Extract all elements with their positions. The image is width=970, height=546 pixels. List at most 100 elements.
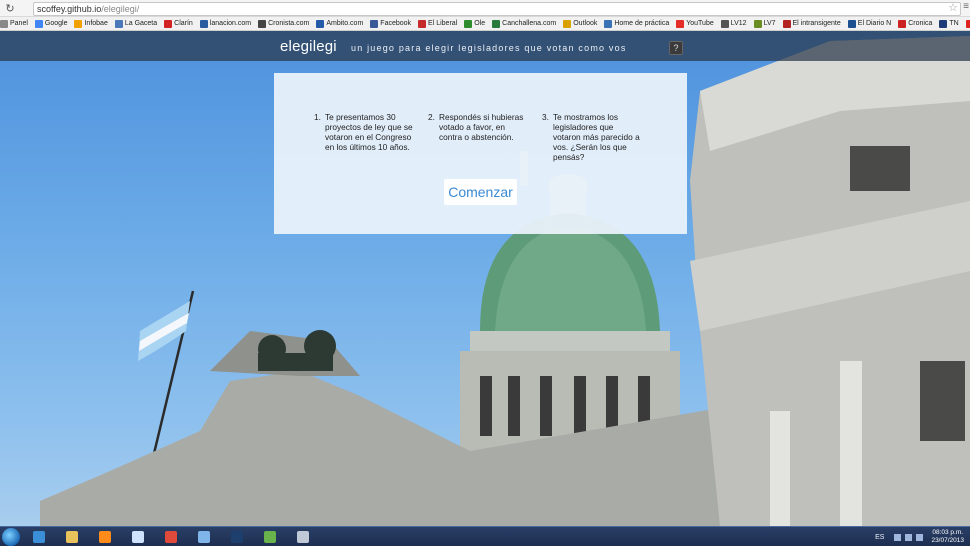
bookmark-label: Canchallena.com [502, 20, 557, 27]
bookmark-item[interactable]: Cronica [898, 19, 933, 28]
taskbar-internet-explorer-button[interactable] [24, 528, 54, 546]
step-1: 1. Te presentamos 30 proyectos de ley qu… [314, 112, 428, 162]
bookmark-item[interactable]: Canchallena.com [492, 19, 557, 28]
bookmark-favicon-icon [114, 19, 123, 28]
bookmark-item[interactable]: Google [34, 19, 68, 28]
flag-icon[interactable] [894, 533, 902, 541]
bookmark-item[interactable]: El Liberal [418, 19, 458, 28]
taskbar-media-player-button[interactable] [90, 528, 120, 546]
bookmark-favicon-icon [464, 19, 473, 28]
intro-panel: 1. Te presentamos 30 proyectos de ley qu… [274, 73, 687, 234]
clock-date: 23/07/2013 [931, 537, 964, 544]
windows-taskbar: ES 08:03 p.m. 23/07/2013 [0, 526, 970, 546]
bookmark-item[interactable]: Outlook [563, 19, 597, 28]
step-text: Te presentamos 30 proyectos de ley que s… [325, 112, 413, 152]
bookmark-favicon-icon [418, 19, 427, 28]
network-icon[interactable] [905, 533, 913, 541]
start-button[interactable]: Comenzar [444, 179, 517, 205]
bookmark-item[interactable]: Panel [0, 19, 28, 28]
bookmark-label: TN [949, 20, 959, 27]
bookmark-favicon-icon [965, 19, 970, 28]
step-number: 2. [428, 112, 435, 122]
taskbar-chrome-button[interactable] [156, 528, 186, 546]
bookmark-item[interactable]: Home de práctica [604, 19, 670, 28]
bookmarks-bar: Panel Google Infobae La Gaceta Clarín lanacio… [0, 17, 970, 31]
bookmark-item[interactable]: 26NOTICIAS [965, 19, 970, 28]
bookmark-label: Clarín [174, 20, 193, 27]
bookmark-item[interactable]: Ambito.com [316, 19, 363, 28]
system-tray: ES 08:03 p.m. 23/07/2013 [875, 529, 964, 545]
clock-time: 08:03 p.m. [932, 529, 964, 536]
bookmark-favicon-icon [847, 19, 856, 28]
address-bar[interactable]: scoffey.github.io/elegilegi/ [33, 2, 961, 16]
bookmark-favicon-icon [939, 19, 948, 28]
bookmark-favicon-icon [720, 19, 729, 28]
bookmark-favicon-icon [753, 19, 762, 28]
bookmark-favicon-icon [316, 19, 325, 28]
clock[interactable]: 08:03 p.m. 23/07/2013 [931, 529, 964, 545]
photoshop-icon [231, 531, 243, 543]
step-2: 2. Respondés si hubieras votado a favor,… [428, 112, 542, 162]
media-player-icon [99, 531, 111, 543]
bookmark-item[interactable]: lanacion.com [199, 19, 252, 28]
bookmark-label: El Liberal [428, 20, 458, 27]
bookmark-item[interactable]: YouTube [676, 19, 714, 28]
bookmark-favicon-icon [492, 19, 501, 28]
bookmark-label: LV12 [730, 20, 747, 27]
site-logo[interactable]: elegilegi [280, 38, 337, 55]
start-button-icon[interactable] [2, 528, 20, 546]
step-number: 3. [542, 112, 549, 122]
taskbar-photoshop-button[interactable] [222, 528, 252, 546]
bookmark-label: lanacion.com [209, 20, 252, 27]
bookmark-item[interactable]: Ole [464, 19, 485, 28]
volume-icon[interactable] [916, 533, 924, 541]
bookmark-item[interactable]: TN [939, 19, 959, 28]
menu-icon[interactable]: ≡ [963, 1, 969, 12]
reload-icon[interactable]: ↻ [3, 1, 17, 15]
bookmark-label: Infobae [84, 20, 108, 27]
bookmark-favicon-icon [258, 19, 267, 28]
bookmark-label: Home de práctica [614, 20, 670, 27]
chrome-icon [165, 531, 177, 543]
app-misc-icon [297, 531, 309, 543]
bookmark-favicon-icon [370, 19, 379, 28]
language-indicator[interactable]: ES [875, 534, 884, 541]
bookmark-item[interactable]: Clarín [164, 19, 193, 28]
bookmark-favicon-icon [199, 19, 208, 28]
bookmark-item[interactable]: Cronista.com [258, 19, 309, 28]
bookmark-item[interactable]: Infobae [74, 19, 108, 28]
url-host: scoffey.github.io [37, 4, 102, 14]
bookmark-favicon-icon [604, 19, 613, 28]
site-tagline: un juego para elegir legisladores que vo… [351, 43, 627, 53]
file-explorer-icon [66, 531, 78, 543]
bookmark-label: Facebook [380, 20, 412, 27]
bookmark-item[interactable]: El intransigente [782, 19, 841, 28]
documents-icon [132, 531, 144, 543]
site-header: elegilegi un juego para elegir legislado… [0, 31, 970, 61]
step-text: Respondés si hubieras votado a favor, en… [439, 112, 524, 142]
bookmark-label: La Gaceta [124, 20, 158, 27]
bookmark-item[interactable]: La Gaceta [114, 19, 158, 28]
bookmark-label: Cronica [908, 20, 933, 27]
step-text: Te mostramos los legisladores que votaro… [553, 112, 640, 162]
bookmark-favicon-icon [676, 19, 685, 28]
messenger-icon [264, 531, 276, 543]
bookmark-label: El Diario N [857, 20, 892, 27]
taskbar-file-explorer-button[interactable] [57, 528, 87, 546]
taskbar-documents-button[interactable] [123, 528, 153, 546]
bookmark-item[interactable]: Facebook [370, 19, 412, 28]
help-button[interactable]: ? [669, 41, 683, 55]
bookmark-item[interactable]: LV12 [720, 19, 747, 28]
bookmark-label: YouTube [686, 20, 714, 27]
bookmark-favicon-icon [74, 19, 83, 28]
bookmark-label: El intransigente [792, 20, 841, 27]
bookmark-item[interactable]: El Diario N [847, 19, 892, 28]
bookmark-item[interactable]: LV7 [753, 19, 776, 28]
bookmark-label: Google [44, 20, 68, 27]
bookmark-label: LV7 [763, 20, 776, 27]
bookmark-favicon-icon [0, 19, 8, 28]
bookmark-star-icon[interactable]: ☆ [948, 1, 958, 14]
taskbar-windows-app-button[interactable] [189, 528, 219, 546]
taskbar-messenger-button[interactable] [255, 528, 285, 546]
taskbar-app-misc-button[interactable] [288, 528, 318, 546]
